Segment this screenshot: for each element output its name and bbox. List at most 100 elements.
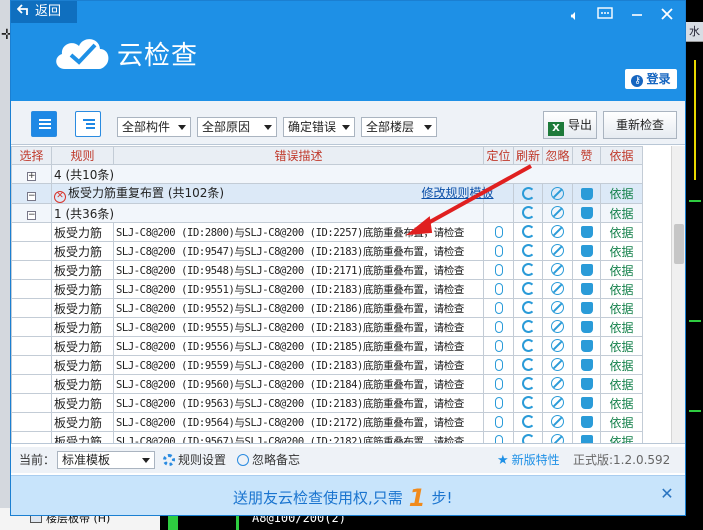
ignore-icon[interactable] [551, 282, 565, 295]
ignore-icon[interactable] [551, 225, 565, 238]
refresh-icon[interactable] [521, 358, 535, 371]
basis-link[interactable]: 依据 [600, 241, 644, 261]
thumbs-up-icon[interactable] [580, 187, 593, 200]
edit-rule-template-link[interactable]: 修改规则模板 [422, 184, 494, 201]
rule-settings-button[interactable]: 规则设置 [163, 447, 226, 473]
message-icon[interactable] [595, 7, 615, 25]
table-scrollbar[interactable] [671, 146, 685, 443]
table-row[interactable]: 板受力筋 SLJ-C8@200 (ID:9564)与SLJ-C8@200 (ID:… [11, 412, 644, 432]
ignore-notes-button[interactable]: 忽略备忘 [237, 447, 300, 473]
ignore-icon[interactable] [551, 358, 565, 371]
refresh-icon[interactable] [521, 206, 535, 219]
promo-banner[interactable]: 送朋友云检查使用权,只需 1 步! ✕ [11, 475, 685, 515]
table-row[interactable]: 板受力筋 SLJ-C8@200 (ID:9555)与SLJ-C8@200 (ID:… [11, 317, 644, 337]
ignore-icon[interactable] [551, 396, 565, 409]
thumbs-up-icon[interactable] [580, 226, 593, 238]
thumbs-up-icon[interactable] [580, 264, 593, 276]
location-pin-icon[interactable] [494, 264, 503, 276]
refresh-icon[interactable] [521, 282, 535, 295]
back-button[interactable]: 返回 [11, 1, 77, 23]
table-row[interactable]: 板受力筋 SLJ-C8@200 (ID:9547)与SLJ-C8@200 (ID:… [11, 241, 644, 261]
refresh-icon[interactable] [521, 320, 535, 333]
thumbs-up-icon[interactable] [580, 378, 593, 390]
select-cell[interactable] [11, 355, 52, 375]
location-pin-icon[interactable] [494, 416, 503, 428]
group-row[interactable]: + 4 (共10条) [11, 164, 644, 184]
refresh-icon[interactable] [521, 339, 535, 352]
basis-link[interactable]: 依据 [600, 431, 644, 443]
expand-icon[interactable]: + [27, 172, 36, 181]
refresh-icon[interactable] [521, 301, 535, 314]
thumbs-up-icon[interactable] [580, 283, 593, 295]
thumbs-up-icon[interactable] [580, 321, 593, 333]
select-cell[interactable] [11, 279, 52, 299]
table-row[interactable]: 板受力筋 SLJ-C8@200 (ID:9567)与SLJ-C8@200 (ID:… [11, 431, 644, 443]
location-pin-icon[interactable] [494, 359, 503, 371]
location-pin-icon[interactable] [494, 226, 503, 238]
tree-view-button[interactable] [75, 111, 101, 137]
location-pin-icon[interactable] [494, 302, 503, 314]
table-row[interactable]: 板受力筋 SLJ-C8@200 (ID:9552)与SLJ-C8@200 (ID:… [11, 298, 644, 318]
ignore-icon[interactable] [551, 263, 565, 276]
basis-link[interactable]: 依据 [600, 279, 644, 299]
ignore-icon[interactable] [551, 339, 565, 352]
refresh-icon[interactable] [521, 186, 535, 200]
promo-close-icon[interactable]: ✕ [659, 486, 675, 502]
reason-filter-dropdown[interactable]: 全部原因 [197, 117, 277, 137]
ignore-icon[interactable] [551, 186, 565, 200]
location-pin-icon[interactable] [494, 378, 503, 390]
basis-link[interactable]: 依据 [600, 317, 644, 337]
background-side-tab[interactable]: 水 [686, 22, 703, 42]
basis-link[interactable]: 依据 [600, 222, 644, 242]
close-icon[interactable] [657, 7, 677, 25]
speaker-icon[interactable]: 🔈︎ [565, 7, 585, 25]
refresh-icon[interactable] [521, 415, 535, 428]
thumbs-up-icon[interactable] [580, 340, 593, 352]
location-pin-icon[interactable] [494, 321, 503, 333]
basis-link[interactable]: 依据 [600, 393, 644, 413]
location-pin-icon[interactable] [494, 397, 503, 409]
new-features-link[interactable]: ★ 新版特性 [497, 447, 560, 474]
subgroup-row[interactable]: − 1 (共36条) 依据 [11, 203, 644, 223]
refresh-icon[interactable] [521, 396, 535, 409]
select-cell[interactable] [11, 336, 52, 356]
ignore-icon[interactable] [551, 244, 565, 257]
location-pin-icon[interactable] [494, 435, 503, 443]
error-type-dropdown[interactable]: 确定错误 [283, 117, 355, 137]
ignore-icon[interactable] [551, 320, 565, 333]
login-button[interactable]: ⚷ 登录 [625, 69, 677, 89]
component-filter-dropdown[interactable]: 全部构件 [117, 117, 191, 137]
thumbs-up-icon[interactable] [580, 359, 593, 371]
table-row[interactable]: 板受力筋 SLJ-C8@200 (ID:9556)与SLJ-C8@200 (ID:… [11, 336, 644, 356]
select-cell[interactable] [11, 393, 52, 413]
table-row[interactable]: 板受力筋 SLJ-C8@200 (ID:9563)与SLJ-C8@200 (ID:… [11, 393, 644, 413]
table-row[interactable]: 板受力筋 SLJ-C8@200 (ID:9559)与SLJ-C8@200 (ID:… [11, 355, 644, 375]
basis-link[interactable]: 依据 [600, 183, 644, 204]
table-row[interactable]: 板受力筋 SLJ-C8@200 (ID:9560)与SLJ-C8@200 (ID:… [11, 374, 644, 394]
select-cell[interactable] [11, 298, 52, 318]
recheck-button[interactable]: 重新检查 [603, 111, 677, 139]
scrollbar-thumb[interactable] [674, 224, 684, 264]
thumbs-up-icon[interactable] [580, 416, 593, 428]
template-dropdown[interactable]: 标准模板 [57, 451, 155, 469]
basis-link[interactable]: 依据 [600, 355, 644, 375]
select-cell[interactable] [11, 260, 52, 280]
basis-link[interactable]: 依据 [600, 260, 644, 280]
table-row[interactable]: 板受力筋 SLJ-C8@200 (ID:9548)与SLJ-C8@200 (ID:… [11, 260, 644, 280]
refresh-icon[interactable] [521, 225, 535, 238]
ignore-icon[interactable] [551, 206, 565, 219]
basis-link[interactable]: 依据 [600, 298, 644, 318]
thumbs-up-icon[interactable] [580, 207, 593, 219]
location-pin-icon[interactable] [494, 340, 503, 352]
select-cell[interactable] [11, 412, 52, 432]
table-row[interactable]: 板受力筋 SLJ-C8@200 (ID:9551)与SLJ-C8@200 (ID:… [11, 279, 644, 299]
select-cell[interactable] [11, 317, 52, 337]
select-cell[interactable] [11, 241, 52, 261]
ignore-icon[interactable] [551, 434, 565, 443]
refresh-icon[interactable] [521, 434, 535, 443]
table-row[interactable]: 板受力筋 SLJ-C8@200 (ID:2800)与SLJ-C8@200 (ID:… [11, 222, 644, 242]
rule-group-row[interactable]: − ✕ 板受力筋重复布置 (共102条) 修改规则模板 依据 [11, 183, 644, 204]
basis-link[interactable]: 依据 [600, 336, 644, 356]
refresh-icon[interactable] [521, 244, 535, 257]
basis-link[interactable]: 依据 [600, 412, 644, 432]
